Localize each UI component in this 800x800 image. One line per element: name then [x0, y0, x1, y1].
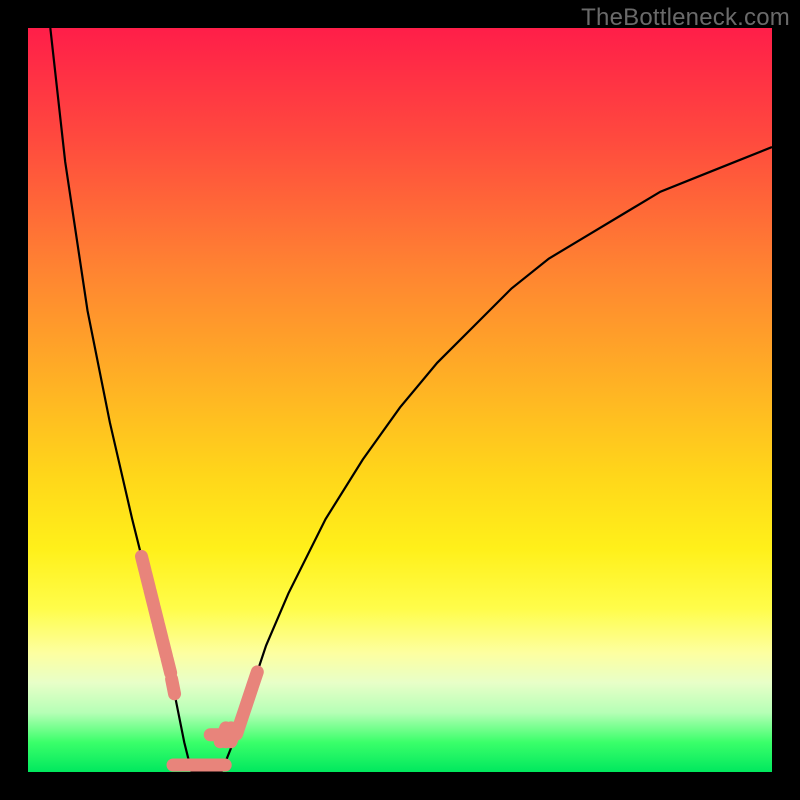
data-marker — [164, 671, 182, 701]
data-marker — [204, 759, 232, 772]
chart-svg — [28, 28, 772, 772]
curve-line — [50, 28, 772, 772]
plot-area — [28, 28, 772, 772]
chart-frame: TheBottleneck.com — [0, 0, 800, 800]
data-marker — [244, 664, 265, 695]
